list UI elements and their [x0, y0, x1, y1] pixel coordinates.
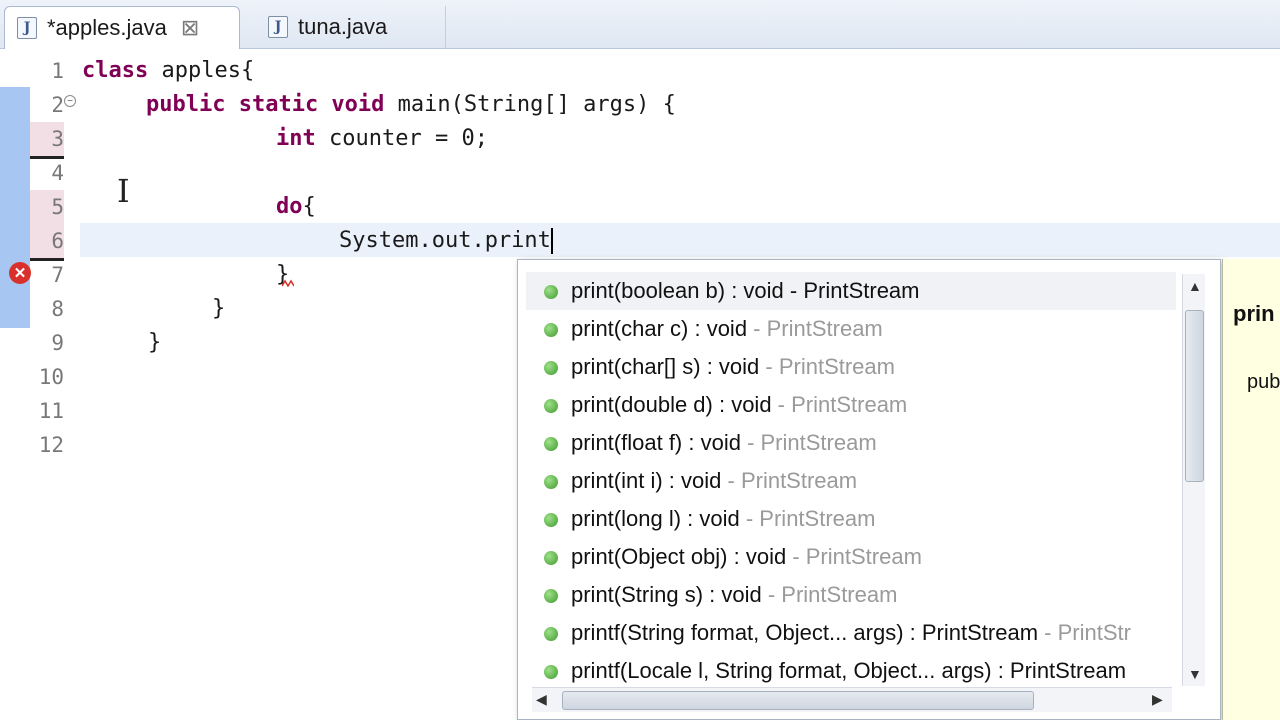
collapse-fold-icon[interactable]: −	[64, 95, 76, 107]
line-number: 5	[30, 190, 64, 224]
public-method-icon	[544, 399, 558, 414]
javadoc-title: prin	[1233, 301, 1275, 326]
public-method-icon	[544, 551, 558, 566]
proposal-item[interactable]: print(int i) : void - PrintStream	[526, 462, 1176, 500]
public-method-icon	[544, 323, 558, 338]
code-line-1[interactable]: class apples{	[82, 54, 254, 88]
line-number: 7	[51, 263, 64, 287]
line-number: 9	[51, 331, 64, 355]
error-marker-icon[interactable]: ✕	[9, 262, 31, 284]
proposal-item[interactable]: print(boolean b) : void - PrintStream	[526, 272, 1176, 310]
line-number: 2	[51, 93, 64, 117]
line-number: 8	[51, 297, 64, 321]
public-method-icon	[544, 589, 558, 604]
java-file-icon: J	[17, 17, 37, 39]
error-squiggle	[282, 279, 294, 287]
proposal-item[interactable]: print(Object obj) : void - PrintStream	[526, 538, 1176, 576]
scroll-right-arrow-icon[interactable]: ▶	[1152, 691, 1163, 708]
line-number: 12	[38, 433, 64, 457]
line-number: 1	[51, 59, 64, 83]
scroll-down-arrow-icon[interactable]: ▼	[1188, 666, 1202, 682]
line-number: 6	[30, 224, 64, 261]
public-method-icon	[544, 513, 558, 528]
editor-tab-bar: J *apples.java ⊠ J tuna.java	[0, 0, 1280, 49]
public-method-icon	[544, 627, 558, 642]
close-icon[interactable]: ⊠	[181, 15, 199, 41]
line-number: 10	[38, 365, 64, 389]
line-number: 11	[38, 399, 64, 423]
code-line-2[interactable]: public static void main(String[] args) {	[146, 88, 676, 122]
mouse-ibeam-cursor-icon: I	[117, 172, 130, 210]
proposal-item[interactable]: print(float f) : void - PrintStream	[526, 424, 1176, 462]
tab-apples-java[interactable]: J *apples.java ⊠	[4, 6, 240, 49]
public-method-icon	[544, 285, 558, 300]
proposal-item[interactable]: printf(String format, Object... args) : …	[526, 614, 1176, 652]
public-method-icon	[544, 665, 558, 680]
public-method-icon	[544, 437, 558, 452]
scroll-up-arrow-icon[interactable]: ▲	[1188, 278, 1202, 294]
proposal-item[interactable]: print(double d) : void - PrintStream	[526, 386, 1176, 424]
java-file-icon: J	[268, 16, 288, 38]
quick-diff-change-bar	[0, 87, 30, 258]
proposal-item[interactable]: print(char[] s) : void - PrintStream	[526, 348, 1176, 386]
proposal-item[interactable]: printf(Locale l, String format, Object..…	[526, 652, 1176, 690]
current-line-highlight	[80, 223, 1280, 257]
tab-tuna-java[interactable]: J tuna.java	[256, 6, 446, 48]
vertical-scrollbar[interactable]: ▲ ▼	[1182, 274, 1205, 686]
tab-label: *apples.java	[47, 15, 167, 40]
line-number: 3	[30, 122, 64, 159]
proposal-item[interactable]: print(String s) : void - PrintStream	[526, 576, 1176, 614]
content-assist-popup[interactable]: print(boolean b) : void - PrintStream pr…	[517, 259, 1221, 720]
public-method-icon	[544, 361, 558, 376]
scrollbar-thumb[interactable]	[562, 691, 1034, 710]
scroll-left-arrow-icon[interactable]: ◀	[536, 691, 547, 708]
text-caret	[550, 228, 553, 254]
scrollbar-thumb[interactable]	[1185, 310, 1204, 482]
horizontal-scrollbar[interactable]: ◀ ▶	[532, 687, 1172, 712]
code-line-9[interactable]: }	[148, 326, 161, 360]
javadoc-body: pub	[1247, 371, 1280, 393]
proposal-item[interactable]: print(long l) : void - PrintStream	[526, 500, 1176, 538]
javadoc-popup: prin pub	[1222, 259, 1280, 720]
code-line-5[interactable]: do{	[276, 190, 316, 224]
code-line-8[interactable]: }	[212, 292, 225, 326]
public-method-icon	[544, 475, 558, 490]
proposal-item[interactable]: print(char c) : void - PrintStream	[526, 310, 1176, 348]
code-line-6[interactable]: System.out.print	[339, 224, 553, 258]
code-line-3[interactable]: int counter = 0;	[276, 122, 488, 156]
tab-label: tuna.java	[298, 14, 388, 39]
line-number: 4	[51, 161, 64, 185]
